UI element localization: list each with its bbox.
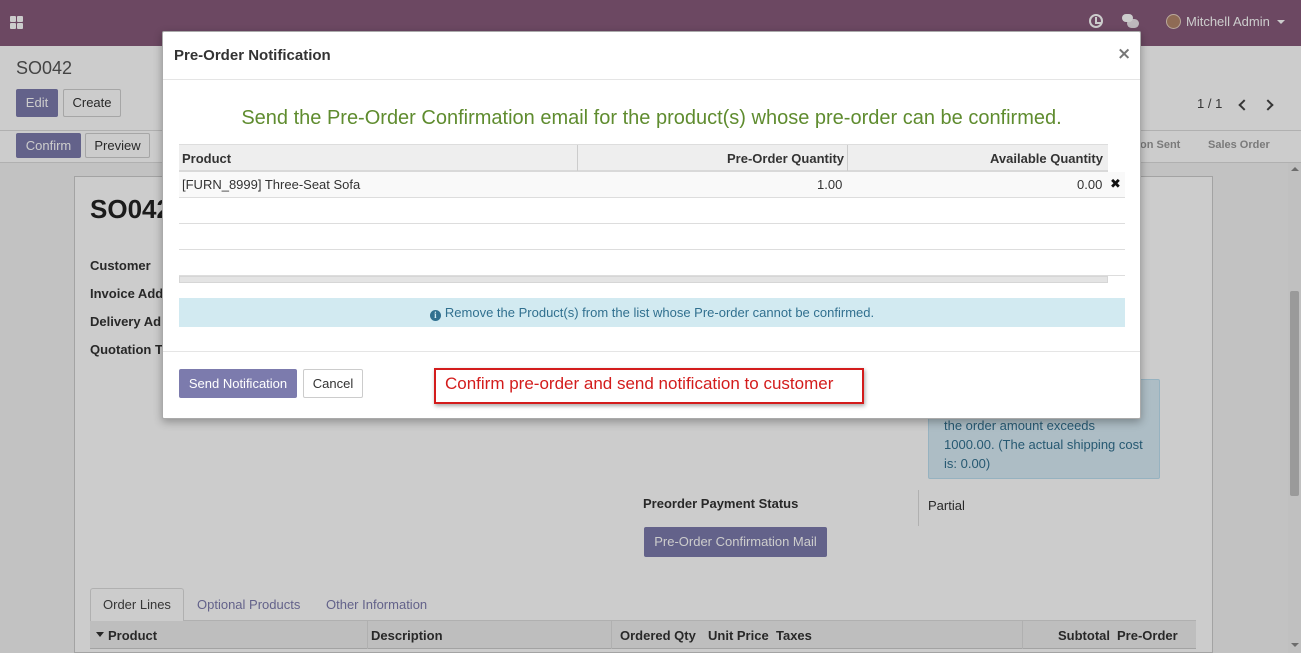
info-icon: i bbox=[429, 310, 441, 321]
table-row[interactable]: [FURN_8999] Three-Seat Sofa 1.00 0.00 ✖ bbox=[179, 172, 1125, 198]
product-table-header: Product Pre-Order Quantity Available Qua… bbox=[179, 144, 1108, 172]
annotation-callout: Confirm pre-order and send notification … bbox=[434, 368, 864, 404]
info-text: Remove the Product(s) from the list whos… bbox=[444, 305, 875, 320]
delete-row-icon[interactable]: ✖ bbox=[1110, 177, 1121, 192]
column-separator bbox=[847, 145, 848, 171]
send-notification-button[interactable]: Send Notification bbox=[179, 369, 297, 398]
column-header-available-quantity[interactable]: Available Quantity bbox=[990, 151, 1103, 166]
info-message: i Remove the Product(s) from the list who… bbox=[179, 298, 1125, 327]
row-preorder-quantity[interactable]: 1.00 bbox=[817, 177, 842, 192]
cancel-button[interactable]: Cancel bbox=[303, 369, 363, 398]
modal-footer: Send Notification Cancel Confirm pre-ord… bbox=[163, 351, 1140, 419]
column-header-product[interactable]: Product bbox=[182, 151, 231, 166]
table-horizontal-scrollbar[interactable] bbox=[179, 276, 1108, 283]
close-icon[interactable]: × bbox=[1117, 44, 1131, 64]
modal-heading: Send the Pre-Order Confirmation email fo… bbox=[241, 107, 1062, 129]
column-separator bbox=[577, 145, 578, 171]
row-available-quantity[interactable]: 0.00 bbox=[1077, 177, 1102, 192]
column-header-preorder-quantity[interactable]: Pre-Order Quantity bbox=[727, 151, 844, 166]
modal-title: Pre-Order Notification bbox=[174, 47, 331, 64]
empty-table-row bbox=[179, 250, 1125, 276]
modal-header: Pre-Order Notification × bbox=[163, 32, 1140, 80]
empty-table-row bbox=[179, 198, 1125, 224]
empty-table-row bbox=[179, 224, 1125, 250]
preorder-notification-dialog: Pre-Order Notification × Send the Pre-Or… bbox=[162, 31, 1141, 419]
row-product[interactable]: [FURN_8999] Three-Seat Sofa bbox=[182, 177, 360, 192]
